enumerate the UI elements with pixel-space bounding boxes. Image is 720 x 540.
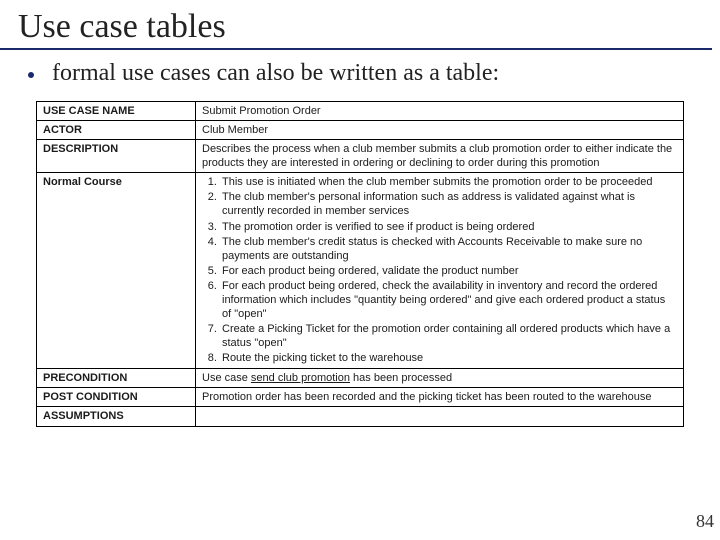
value-postcondition: Promotion order has been recorded and th…	[196, 388, 684, 407]
label-use-case-name: USE CASE NAME	[37, 102, 196, 121]
list-item: The club member's credit status is check…	[220, 235, 677, 263]
subtitle-row: formal use cases can also be written as …	[0, 50, 720, 87]
label-postcondition: POST CONDITION	[37, 388, 196, 407]
list-item: The promotion order is verified to see i…	[220, 220, 677, 234]
value-normal-course: This use is initiated when the club memb…	[196, 173, 684, 369]
list-item: Create a Picking Ticket for the promotio…	[220, 322, 677, 350]
list-item: For each product being ordered, validate…	[220, 264, 677, 278]
table-wrapper: USE CASE NAME Submit Promotion Order ACT…	[0, 87, 720, 427]
use-case-table: USE CASE NAME Submit Promotion Order ACT…	[36, 101, 684, 427]
value-use-case-name: Submit Promotion Order	[196, 102, 684, 121]
label-assumptions: ASSUMPTIONS	[37, 407, 196, 426]
slide-title: Use case tables	[0, 0, 712, 50]
table-row: ACTOR Club Member	[37, 121, 684, 140]
page-number: 84	[696, 511, 714, 532]
list-item: Route the picking ticket to the warehous…	[220, 351, 677, 365]
table-row: DESCRIPTION Describes the process when a…	[37, 140, 684, 173]
value-actor: Club Member	[196, 121, 684, 140]
value-assumptions	[196, 407, 684, 426]
table-row: ASSUMPTIONS	[37, 407, 684, 426]
table-row: PRECONDITION Use case send club promotio…	[37, 369, 684, 388]
table-row: POST CONDITION Promotion order has been …	[37, 388, 684, 407]
slide: Use case tables formal use cases can als…	[0, 0, 720, 540]
value-description: Describes the process when a club member…	[196, 140, 684, 173]
list-item: For each product being ordered, check th…	[220, 279, 677, 321]
list-item: This use is initiated when the club memb…	[220, 175, 677, 189]
precondition-prefix: Use case	[202, 372, 251, 384]
label-precondition: PRECONDITION	[37, 369, 196, 388]
precondition-underlined: send club promotion	[251, 372, 350, 384]
subtitle-text: formal use cases can also be written as …	[52, 60, 499, 87]
label-actor: ACTOR	[37, 121, 196, 140]
value-precondition: Use case send club promotion has been pr…	[196, 369, 684, 388]
label-description: DESCRIPTION	[37, 140, 196, 173]
table-row: Normal Course This use is initiated when…	[37, 173, 684, 369]
label-normal-course: Normal Course	[37, 173, 196, 369]
table-row: USE CASE NAME Submit Promotion Order	[37, 102, 684, 121]
precondition-suffix: has been processed	[350, 372, 452, 384]
list-item: The club member's personal information s…	[220, 190, 677, 218]
normal-course-list: This use is initiated when the club memb…	[202, 175, 677, 365]
bullet-icon	[28, 72, 34, 78]
